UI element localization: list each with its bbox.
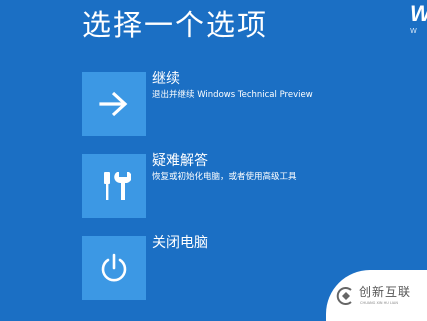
watermark-subtext: CHUANG XIN HU LIAN — [360, 301, 398, 305]
continue-description: 退出并继续 Windows Technical Preview — [152, 90, 313, 100]
watermark-logo-icon — [336, 287, 352, 305]
brand-logo-text: W — [410, 2, 427, 26]
continue-option[interactable]: 继续 退出并继续 Windows Technical Preview — [82, 71, 322, 136]
page-title: 选择一个选项 — [82, 8, 269, 42]
troubleshoot-tile[interactable] — [82, 154, 146, 218]
power-icon — [101, 253, 127, 282]
watermark-text: 创新互联 — [359, 285, 412, 299]
brand-logo: W W — [410, 2, 427, 42]
watermark: 创新互联 CHUANG XIN HU LIAN — [326, 270, 427, 321]
shutdown-option[interactable]: 关闭电脑 — [82, 235, 322, 300]
continue-label: 继续 — [152, 71, 180, 87]
continue-tile[interactable] — [82, 72, 146, 136]
shutdown-label: 关闭电脑 — [152, 235, 208, 251]
troubleshoot-label: 疑难解答 — [152, 153, 208, 169]
troubleshoot-option[interactable]: 疑难解答 恢复或初始化电脑，或者使用高级工具 — [82, 153, 322, 218]
troubleshoot-description: 恢复或初始化电脑，或者使用高级工具 — [152, 172, 297, 182]
arrow-right-icon — [99, 91, 128, 117]
brand-logo-subtext: W — [410, 27, 417, 35]
tools-icon — [104, 172, 131, 200]
shutdown-tile[interactable] — [82, 236, 146, 300]
